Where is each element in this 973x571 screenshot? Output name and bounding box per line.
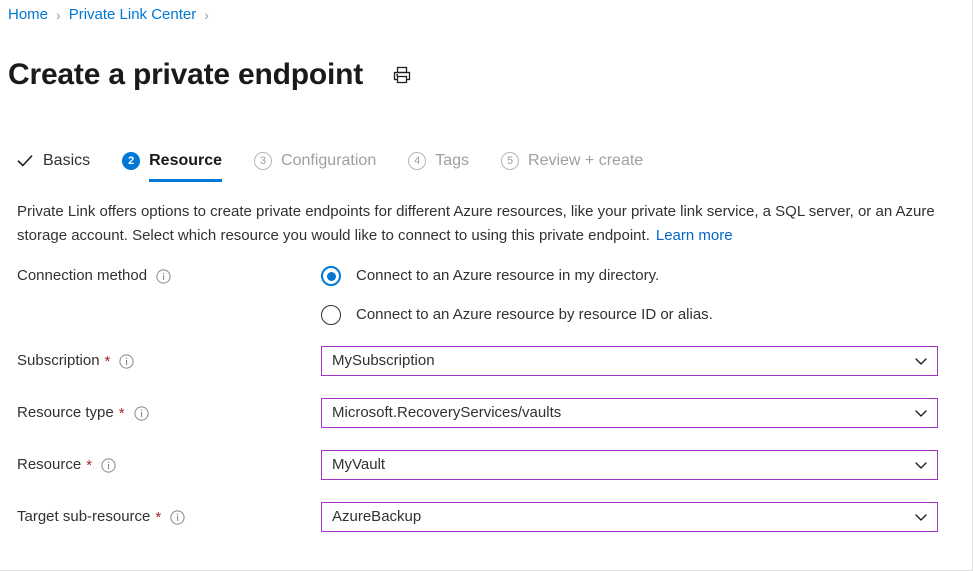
tab-active-underline <box>149 179 222 182</box>
required-indicator: * <box>155 510 161 525</box>
target-sub-resource-label-group: Target sub-resource * <box>0 502 321 532</box>
page-description: Private Link offers options to create pr… <box>17 200 961 248</box>
field-resource-type: Resource type * Microsoft.RecoveryServic… <box>0 398 973 450</box>
connection-method-label: Connection method <box>17 266 147 286</box>
connection-method-label-group: Connection method <box>0 262 321 290</box>
tab-basics[interactable]: Basics <box>16 146 90 176</box>
page-header: Create a private endpoint <box>8 36 415 114</box>
create-private-endpoint-page: Home › Private Link Center › Create a pr… <box>0 0 973 571</box>
resource-type-value: Microsoft.RecoveryServices/vaults <box>332 403 561 423</box>
field-subscription: Subscription * MySubscription <box>0 346 973 398</box>
breadcrumb-item-home[interactable]: Home <box>8 5 48 25</box>
tab-step-badge: 3 <box>254 152 272 170</box>
tab-step-badge: 4 <box>408 152 426 170</box>
resource-type-label: Resource type <box>17 403 114 423</box>
resource-type-label-group: Resource type * <box>0 398 321 428</box>
tab-label: Resource <box>149 151 222 171</box>
field-target-sub-resource: Target sub-resource * AzureBackup <box>0 502 973 554</box>
printer-icon[interactable] <box>389 62 415 88</box>
radio-label: Connect to an Azure resource by resource… <box>356 305 713 325</box>
chevron-down-icon <box>913 405 929 421</box>
subscription-label-group: Subscription * <box>0 346 321 376</box>
chevron-down-icon <box>913 353 929 369</box>
subscription-label: Subscription <box>17 351 100 371</box>
resource-dropdown[interactable]: MyVault <box>321 450 938 480</box>
tab-label: Review + create <box>528 151 643 171</box>
radio-connect-resource-id[interactable]: Connect to an Azure resource by resource… <box>321 301 713 329</box>
tab-review-create[interactable]: 5 Review + create <box>501 146 643 176</box>
page-title: Create a private endpoint <box>8 56 363 94</box>
subscription-value: MySubscription <box>332 351 435 371</box>
info-icon[interactable] <box>119 354 134 369</box>
breadcrumb: Home › Private Link Center › <box>8 5 217 25</box>
connection-method-radio-group: Connect to an Azure resource in my direc… <box>321 262 713 329</box>
info-icon[interactable] <box>134 406 149 421</box>
target-sub-resource-value: AzureBackup <box>332 507 421 527</box>
tab-step-badge: 5 <box>501 152 519 170</box>
info-icon[interactable] <box>156 269 171 284</box>
resource-type-dropdown[interactable]: Microsoft.RecoveryServices/vaults <box>321 398 938 428</box>
tab-label: Configuration <box>281 151 376 171</box>
breadcrumb-separator-icon: › <box>204 5 209 25</box>
wizard-tabs: Basics 2 Resource 3 Configuration 4 Tags… <box>16 146 675 180</box>
radio-selected-icon <box>321 266 341 286</box>
tab-resource[interactable]: 2 Resource <box>122 146 222 176</box>
tab-label: Tags <box>435 151 469 171</box>
field-resource: Resource * MyVault <box>0 450 973 502</box>
resource-form: Connection method Connect to an Azure re… <box>0 262 973 554</box>
target-sub-resource-label: Target sub-resource <box>17 507 150 527</box>
radio-connect-directory[interactable]: Connect to an Azure resource in my direc… <box>321 262 713 290</box>
tab-step-badge: 2 <box>122 152 140 170</box>
subscription-dropdown[interactable]: MySubscription <box>321 346 938 376</box>
radio-unselected-icon <box>321 305 341 325</box>
tab-tags[interactable]: 4 Tags <box>408 146 469 176</box>
checkmark-icon <box>16 152 34 170</box>
chevron-down-icon <box>913 457 929 473</box>
resource-label: Resource <box>17 455 81 475</box>
required-indicator: * <box>105 354 111 369</box>
tab-configuration[interactable]: 3 Configuration <box>254 146 376 176</box>
required-indicator: * <box>86 458 92 473</box>
target-sub-resource-dropdown[interactable]: AzureBackup <box>321 502 938 532</box>
tab-label: Basics <box>43 151 90 171</box>
breadcrumb-separator-icon: › <box>56 5 61 25</box>
radio-label: Connect to an Azure resource in my direc… <box>356 266 659 286</box>
learn-more-link[interactable]: Learn more <box>656 227 733 244</box>
info-icon[interactable] <box>101 458 116 473</box>
info-icon[interactable] <box>170 510 185 525</box>
resource-value: MyVault <box>332 455 385 475</box>
description-text: Private Link offers options to create pr… <box>17 203 935 244</box>
resource-label-group: Resource * <box>0 450 321 480</box>
required-indicator: * <box>119 406 125 421</box>
breadcrumb-item-private-link-center[interactable]: Private Link Center <box>69 5 197 25</box>
field-connection-method: Connection method Connect to an Azure re… <box>0 262 973 346</box>
chevron-down-icon <box>913 509 929 525</box>
